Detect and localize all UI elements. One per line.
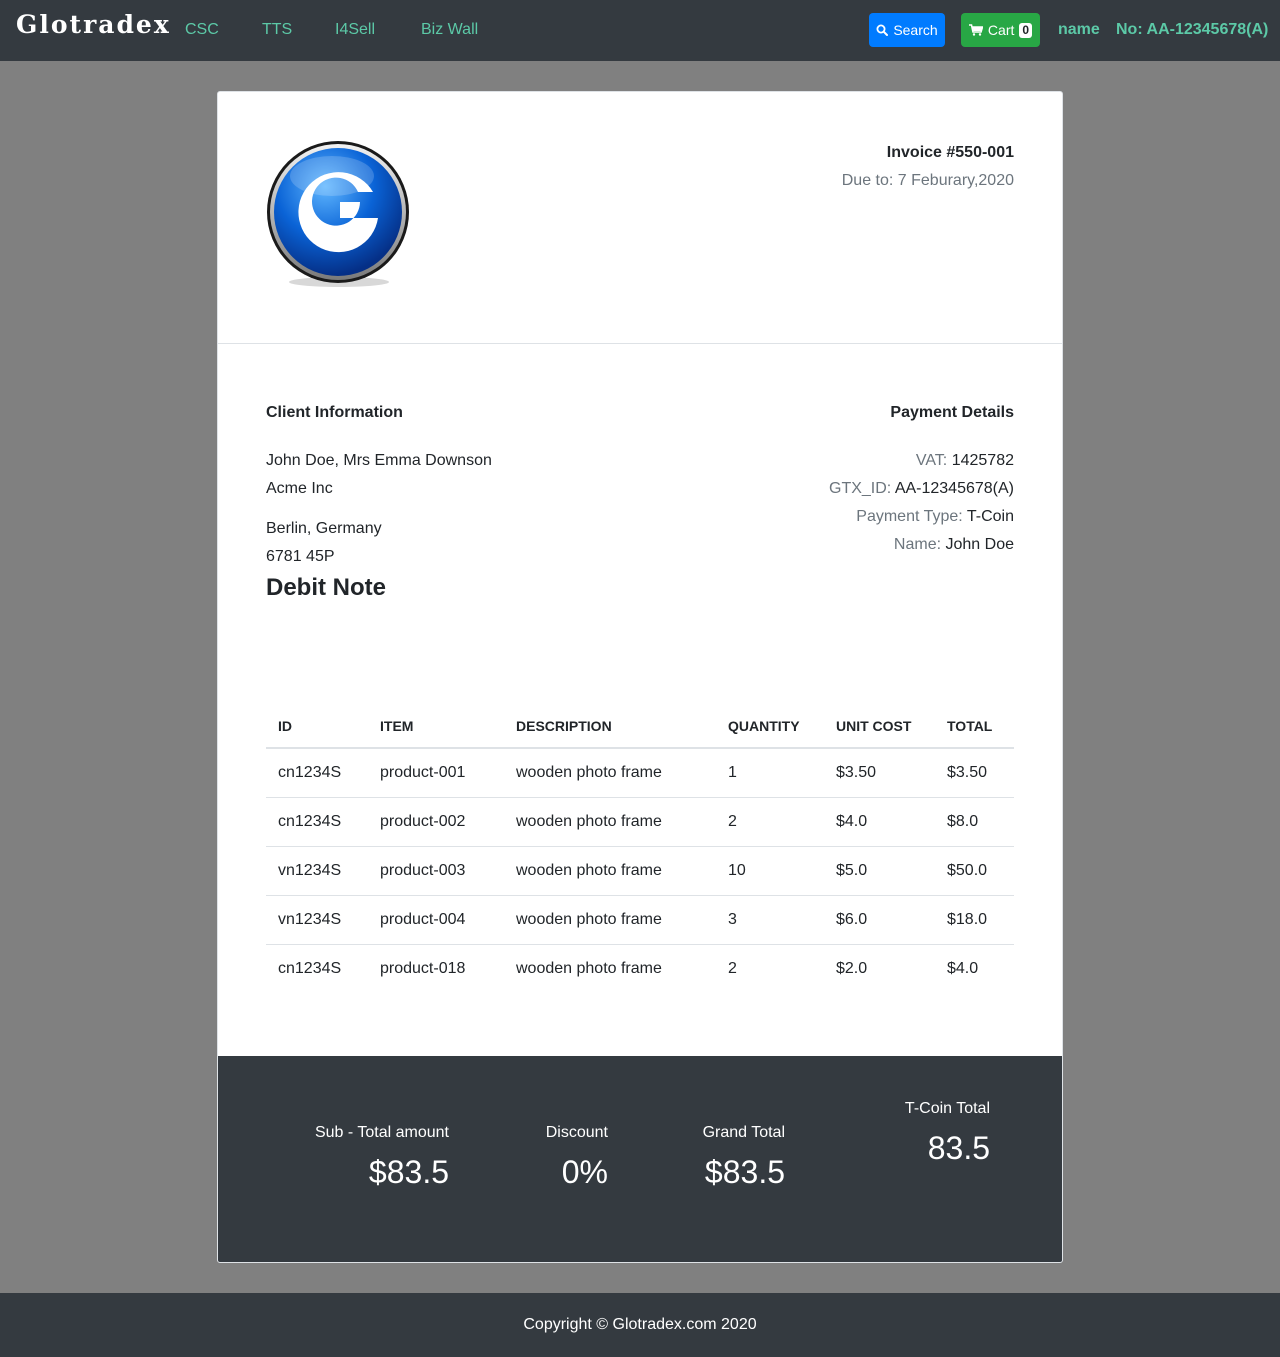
- column-header-quantity: QUANTITY: [716, 704, 824, 749]
- cell-id: cn1234S: [266, 748, 368, 798]
- column-header-total: TOTAL: [935, 704, 1014, 749]
- cell-quantity: 2: [728, 959, 737, 977]
- nav-link-csc[interactable]: CSC: [185, 21, 219, 39]
- payment-gtx-id: GTX_ID: AA-12345678(A): [829, 480, 1014, 498]
- tcoin-total-value: 83.5: [927, 1130, 990, 1166]
- table-header-row: ID ITEM DESCRIPTION QUANTITY UNIT COST T…: [266, 704, 1014, 749]
- cell-id: cn1234S: [278, 959, 342, 977]
- cell-quantity: 1: [716, 748, 824, 798]
- account-number-link[interactable]: No: AA-12345678(A): [1116, 21, 1268, 39]
- cell-item: product-002: [368, 797, 504, 847]
- table-row: vn1234S product-003 wooden photo frame 1…: [266, 846, 1014, 896]
- table-row: cn1234S product-018 wooden photo frame 2…: [266, 944, 1014, 993]
- search-icon: [876, 24, 889, 36]
- copyright-text: Copyright © Glotradex.com 2020: [523, 1316, 757, 1333]
- column-header-description: DESCRIPTION: [504, 704, 716, 749]
- cell-quantity: 3: [716, 895, 824, 945]
- document-type-title: Debit Note: [266, 574, 386, 601]
- invoice-card: Invoice #550-001 Due to: 7 Feburary,2020…: [217, 91, 1063, 1263]
- subtotal-label: Sub - Total amount: [314, 1124, 449, 1141]
- cell-item: product-018: [380, 959, 466, 977]
- payment-name-value: John Doe: [945, 536, 1015, 553]
- payment-gtx-id-label: GTX_ID:: [829, 480, 892, 497]
- column-header-id: ID: [266, 704, 368, 749]
- totals-summary-panel: Sub - Total amount $83.5 Discount 0% Gra…: [218, 1056, 1062, 1262]
- brand-logo[interactable]: Glotradex: [16, 10, 171, 39]
- table-row: vn1234S product-004 wooden photo frame 3…: [266, 895, 1014, 945]
- column-header-unit-cost: UNIT COST: [824, 704, 935, 749]
- cell-item: product-003: [368, 846, 504, 896]
- payment-name-label: Name:: [893, 536, 942, 553]
- invoice-due-date: Due to: 7 Feburary,2020: [841, 172, 1014, 189]
- cell-unit-cost: $4.0: [824, 797, 935, 847]
- header-divider: [218, 343, 1062, 344]
- subtotal-value: $83.5: [368, 1154, 449, 1190]
- invoice-items-table: ID ITEM DESCRIPTION QUANTITY UNIT COST T…: [266, 704, 1014, 993]
- client-info-heading: Client Information: [266, 404, 403, 421]
- table-row: cn1234S product-001 wooden photo frame 1…: [266, 748, 1014, 798]
- payment-type: Payment Type: T-Coin: [856, 508, 1014, 526]
- discount-label: Discount: [545, 1124, 608, 1141]
- discount-value: 0%: [561, 1154, 608, 1190]
- cell-description: wooden photo frame: [516, 959, 662, 977]
- payment-vat-label: VAT:: [915, 452, 948, 469]
- cell-description: wooden photo frame: [504, 797, 716, 847]
- search-button-label: Search: [893, 22, 938, 38]
- cell-unit-cost: $6.0: [824, 895, 935, 945]
- cart-button-label: Cart: [987, 22, 1015, 38]
- cell-total: $3.50: [935, 748, 1014, 798]
- grand-total-label: Grand Total: [702, 1124, 785, 1141]
- search-button[interactable]: Search: [869, 13, 945, 47]
- page-footer: Copyright © Glotradex.com 2020: [0, 1293, 1280, 1357]
- cart-button[interactable]: Cart 0: [961, 13, 1040, 47]
- user-name-link[interactable]: name: [1058, 21, 1100, 39]
- nav-link-i4sell[interactable]: I4Sell: [335, 21, 375, 39]
- cell-description: wooden photo frame: [504, 748, 716, 798]
- cart-count-badge: 0: [1019, 22, 1033, 38]
- payment-details-heading: Payment Details: [890, 404, 1014, 421]
- cell-total: $50.0: [935, 846, 1014, 896]
- payment-type-label: Payment Type:: [856, 508, 963, 525]
- column-header-item: ITEM: [368, 704, 504, 749]
- client-postcode: 6781 45P: [266, 548, 335, 565]
- cell-id: cn1234S: [266, 797, 368, 847]
- tcoin-total-label: T-Coin Total: [904, 1100, 990, 1117]
- payment-vat: VAT: 1425782: [916, 452, 1014, 470]
- nav-link-biz-wall[interactable]: Biz Wall: [421, 21, 478, 39]
- cell-quantity: 10: [716, 846, 824, 896]
- client-name: John Doe, Mrs Emma Downson: [266, 452, 492, 469]
- cart-icon: [968, 24, 983, 36]
- client-company: Acme Inc: [266, 480, 333, 497]
- cell-item: product-004: [368, 895, 504, 945]
- table-row: cn1234S product-002 wooden photo frame 2…: [266, 797, 1014, 847]
- cell-unit-cost: $5.0: [824, 846, 935, 896]
- nav-link-tts[interactable]: TTS: [262, 21, 292, 39]
- payment-name: Name: John Doe: [894, 536, 1014, 554]
- grand-total-value: $83.5: [704, 1154, 785, 1190]
- payment-type-value: T-Coin: [966, 508, 1014, 525]
- top-navbar: Glotradex CSC TTS I4Sell Biz Wall Search…: [0, 0, 1280, 61]
- cell-unit-cost: $2.0: [836, 959, 868, 977]
- cell-description: wooden photo frame: [504, 846, 716, 896]
- cell-id: vn1234S: [266, 895, 368, 945]
- cell-item: product-001: [368, 748, 504, 798]
- cell-unit-cost: $3.50: [824, 748, 935, 798]
- payment-vat-value: 1425782: [951, 452, 1014, 469]
- client-city: Berlin, Germany: [266, 520, 382, 537]
- cell-total: $18.0: [935, 895, 1014, 945]
- cell-total: $4.0: [947, 959, 979, 977]
- cell-description: wooden photo frame: [504, 895, 716, 945]
- invoice-number: Invoice #550-001: [886, 144, 1014, 161]
- cell-quantity: 2: [716, 797, 824, 847]
- cell-total: $8.0: [935, 797, 1014, 847]
- glotradex-g-logo-icon: [267, 141, 409, 287]
- cell-id: vn1234S: [266, 846, 368, 896]
- payment-gtx-id-value: AA-12345678(A): [894, 480, 1014, 497]
